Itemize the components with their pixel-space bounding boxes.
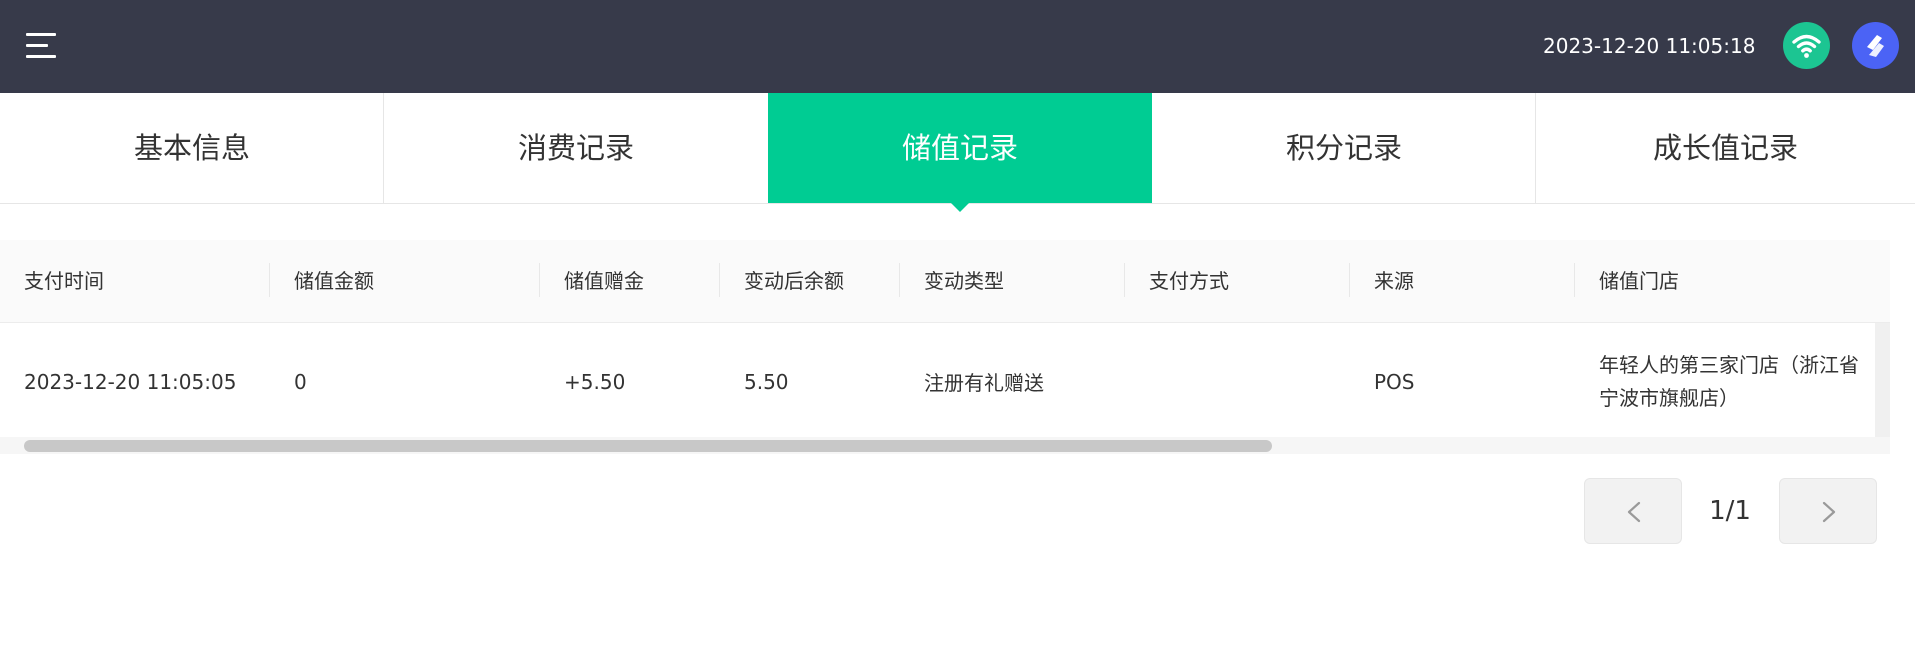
column-header: 支付方式	[1149, 269, 1229, 293]
cell-balance-after: 5.50	[744, 369, 789, 394]
hamburger-menu-icon[interactable]	[26, 33, 56, 59]
chevron-right-icon	[1822, 501, 1836, 523]
horizontal-scrollbar-thumb[interactable]	[24, 440, 1272, 452]
column-header: 变动类型	[924, 269, 1004, 293]
top-bar: 2023-12-20 11:05:18	[0, 0, 1915, 93]
cell-bonus-amount: +5.50	[564, 369, 626, 394]
tab-label: 基本信息	[133, 131, 250, 165]
tab-label: 储值记录	[901, 131, 1018, 165]
tab-consumption-records[interactable]: 消费记录	[383, 93, 768, 203]
cell-payment-method	[1125, 323, 1149, 440]
tab-growth-value-records[interactable]: 成长值记录	[1535, 93, 1915, 203]
active-tab-indicator	[951, 203, 969, 212]
table-row[interactable]: 2023-12-20 11:05:05 0 +5.50 5.50 注册有礼赠送 …	[0, 323, 1875, 440]
tab-basic-info[interactable]: 基本信息	[0, 93, 384, 203]
tab-label: 成长值记录	[1652, 131, 1798, 165]
cell-store: 年轻人的第三家门店（浙江省宁波市旗舰店）	[1599, 352, 1859, 410]
column-header: 来源	[1374, 269, 1414, 293]
record-tabs: 基本信息 消费记录 储值记录 积分记录 成长值记录	[0, 93, 1915, 212]
next-page-button[interactable]	[1779, 478, 1877, 544]
app-logo-icon[interactable]	[1852, 22, 1899, 69]
wifi-icon[interactable]	[1783, 22, 1830, 69]
column-header: 支付时间	[24, 269, 104, 293]
page-indicator: 1/1	[1709, 496, 1751, 526]
prev-page-button[interactable]	[1584, 478, 1682, 544]
column-header: 储值赠金	[564, 269, 644, 293]
column-header: 储值门店	[1599, 269, 1679, 293]
stored-value-table: 支付时间 储值金额 储值赠金 变动后余额 变动类型 支付方式 来源 储值门店 2…	[0, 240, 1890, 454]
column-header: 变动后余额	[744, 269, 844, 293]
table-header: 支付时间 储值金额 储值赠金 变动后余额 变动类型 支付方式 来源 储值门店	[0, 240, 1890, 323]
cell-pay-time: 2023-12-20 11:05:05	[24, 369, 237, 394]
chevron-left-icon	[1627, 501, 1641, 523]
tab-label: 积分记录	[1285, 131, 1402, 165]
cell-change-type: 注册有礼赠送	[924, 371, 1044, 395]
header-datetime: 2023-12-20 11:05:18	[1543, 34, 1756, 58]
column-header: 储值金额	[294, 269, 374, 293]
cell-stored-amount: 0	[294, 369, 307, 394]
cell-source: POS	[1374, 369, 1415, 394]
tab-label: 消费记录	[517, 131, 634, 165]
vertical-scrollbar[interactable]	[1875, 323, 1890, 440]
tab-stored-value-records[interactable]: 储值记录	[768, 93, 1152, 203]
tab-points-records[interactable]: 积分记录	[1152, 93, 1536, 203]
